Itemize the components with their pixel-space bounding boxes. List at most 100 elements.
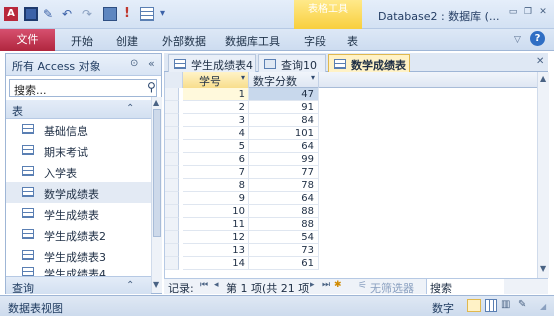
design-view-icon[interactable]: ✎ <box>518 299 526 310</box>
scroll-up-icon[interactable]: ▲ <box>540 74 546 83</box>
cell-student-id[interactable]: 12 <box>183 231 249 244</box>
cell-student-id[interactable]: 6 <box>183 153 249 166</box>
row-selector[interactable] <box>165 166 179 179</box>
collapse-ribbon-icon[interactable]: ▽ <box>514 35 521 45</box>
tab-create[interactable]: 创建 <box>116 33 138 49</box>
redo-icon[interactable]: ↷ <box>82 7 96 21</box>
tab-fields[interactable]: 字段 <box>304 33 326 49</box>
alert-icon[interactable]: ! <box>124 7 138 21</box>
datasheet-view-icon[interactable] <box>467 299 481 312</box>
record-search-input[interactable]: 搜索 <box>426 279 504 295</box>
nav-item-table[interactable]: 学生成绩表2 <box>6 224 151 245</box>
cell-score[interactable]: 88 <box>249 205 319 218</box>
cell-score[interactable]: 77 <box>249 166 319 179</box>
tab-math-scores[interactable]: 数学成绩表 <box>328 54 410 72</box>
save-icon[interactable] <box>24 7 38 21</box>
cell-score[interactable]: 54 <box>249 231 319 244</box>
datasheet-scrollbar[interactable]: ▲ ▼ <box>537 72 549 278</box>
tab-database-tools[interactable]: 数据库工具 <box>225 33 280 49</box>
nav-pane-collapse-icon[interactable]: « <box>148 57 155 70</box>
cell-score[interactable]: 73 <box>249 244 319 257</box>
next-record-icon[interactable]: ▸ <box>310 280 315 290</box>
nav-pane-menu-icon[interactable]: ⊙ <box>130 58 138 69</box>
scroll-down-icon[interactable]: ▼ <box>153 280 159 289</box>
tab-student-scores-4[interactable]: 学生成绩表4 <box>168 54 256 72</box>
cell-student-id[interactable]: 5 <box>183 140 249 153</box>
prev-record-icon[interactable]: ◂ <box>214 280 219 290</box>
pivottable-view-icon[interactable] <box>485 299 497 312</box>
undo-icon[interactable]: ↶ <box>62 7 76 21</box>
customize-qat-icon[interactable]: ▾ <box>160 7 174 21</box>
resize-grip-icon[interactable]: ◢ <box>540 302 546 311</box>
cell-student-id[interactable]: 14 <box>183 257 249 270</box>
file-tab[interactable]: 文件 <box>0 29 55 51</box>
expand-group-icon[interactable]: ⌃ <box>126 280 134 291</box>
tab-table[interactable]: 表 <box>347 33 358 49</box>
tab-query-10[interactable]: 查询10 <box>258 54 326 72</box>
cell-student-id[interactable]: 2 <box>183 101 249 114</box>
filter-status[interactable]: 无筛选器 <box>370 280 414 296</box>
cell-score[interactable]: 61 <box>249 257 319 270</box>
close-icon[interactable]: ✕ <box>537 7 549 18</box>
row-selector[interactable] <box>165 140 179 153</box>
cell-score[interactable]: 64 <box>249 192 319 205</box>
cell-student-id[interactable]: 4 <box>183 127 249 140</box>
help-icon[interactable]: ? <box>530 31 545 46</box>
scroll-up-icon[interactable]: ▲ <box>153 98 159 107</box>
filter-icon[interactable]: ⚟ <box>358 280 367 291</box>
scroll-down-icon[interactable]: ▼ <box>540 264 546 273</box>
row-selector[interactable] <box>165 101 179 114</box>
column-header-score[interactable]: 数字分数 ▾ <box>249 72 319 88</box>
cell-student-id[interactable]: 10 <box>183 205 249 218</box>
last-record-icon[interactable]: ⏭ <box>322 280 330 290</box>
cell-score[interactable]: 101 <box>249 127 319 140</box>
cell-student-id[interactable]: 13 <box>183 244 249 257</box>
cell-score[interactable]: 78 <box>249 179 319 192</box>
nav-item-table-selected[interactable]: 数学成绩表 <box>6 182 151 203</box>
row-selector[interactable] <box>165 192 179 205</box>
access-app-icon[interactable]: A <box>4 7 18 21</box>
view-icon[interactable] <box>103 7 117 21</box>
cell-score[interactable]: 64 <box>249 140 319 153</box>
nav-item-table[interactable]: 期末考试 <box>6 140 151 161</box>
nav-item-table[interactable]: 学生成绩表 <box>6 203 151 224</box>
row-selector[interactable] <box>165 114 179 127</box>
nav-pane-header[interactable]: 所有 Access 对象 ⊙ « <box>6 54 161 76</box>
cell-score[interactable]: 99 <box>249 153 319 166</box>
column-dropdown-icon[interactable]: ▾ <box>241 73 245 82</box>
column-dropdown-icon[interactable]: ▾ <box>311 73 315 82</box>
cell-student-id[interactable]: 11 <box>183 218 249 231</box>
close-tab-icon[interactable]: ✕ <box>536 56 544 67</box>
cell-score[interactable]: 84 <box>249 114 319 127</box>
record-position[interactable]: 第 1 项(共 21 项 <box>226 280 309 296</box>
nav-item-table[interactable]: 基础信息 <box>6 119 151 140</box>
row-selector[interactable] <box>165 205 179 218</box>
cell-score[interactable]: 88 <box>249 218 319 231</box>
row-selector[interactable] <box>165 153 179 166</box>
cell-student-id[interactable]: 3 <box>183 114 249 127</box>
nav-group-queries[interactable]: 查询 ⌃ <box>6 276 151 295</box>
table-quick-icon[interactable] <box>140 7 154 21</box>
row-selector[interactable] <box>165 257 179 270</box>
row-selector[interactable] <box>165 231 179 244</box>
row-selector[interactable] <box>165 244 179 257</box>
tab-external-data[interactable]: 外部数据 <box>162 33 206 49</box>
cell-score[interactable]: 47 <box>249 88 319 101</box>
tab-home[interactable]: 开始 <box>71 33 93 49</box>
select-all-corner[interactable] <box>165 72 183 88</box>
nav-scrollbar[interactable]: ▲ ▼ <box>151 97 162 293</box>
scroll-thumb[interactable] <box>153 109 161 237</box>
search-icon[interactable]: ⚲ <box>147 80 156 94</box>
cell-student-id[interactable]: 8 <box>183 179 249 192</box>
cell-student-id[interactable]: 7 <box>183 166 249 179</box>
row-selector[interactable] <box>165 88 179 101</box>
cell-student-id[interactable]: 1 <box>183 88 249 101</box>
nav-item-table[interactable]: 入学表 <box>6 161 151 182</box>
column-header-student-id[interactable]: 学号 ▾ <box>183 72 249 88</box>
new-record-icon[interactable]: ✱ <box>334 280 342 290</box>
edit-icon[interactable]: ✎ <box>43 7 57 21</box>
row-selector[interactable] <box>165 127 179 140</box>
collapse-group-icon[interactable]: ⌃ <box>126 103 134 114</box>
restore-icon[interactable]: ❐ <box>522 7 534 18</box>
cell-student-id[interactable]: 9 <box>183 192 249 205</box>
